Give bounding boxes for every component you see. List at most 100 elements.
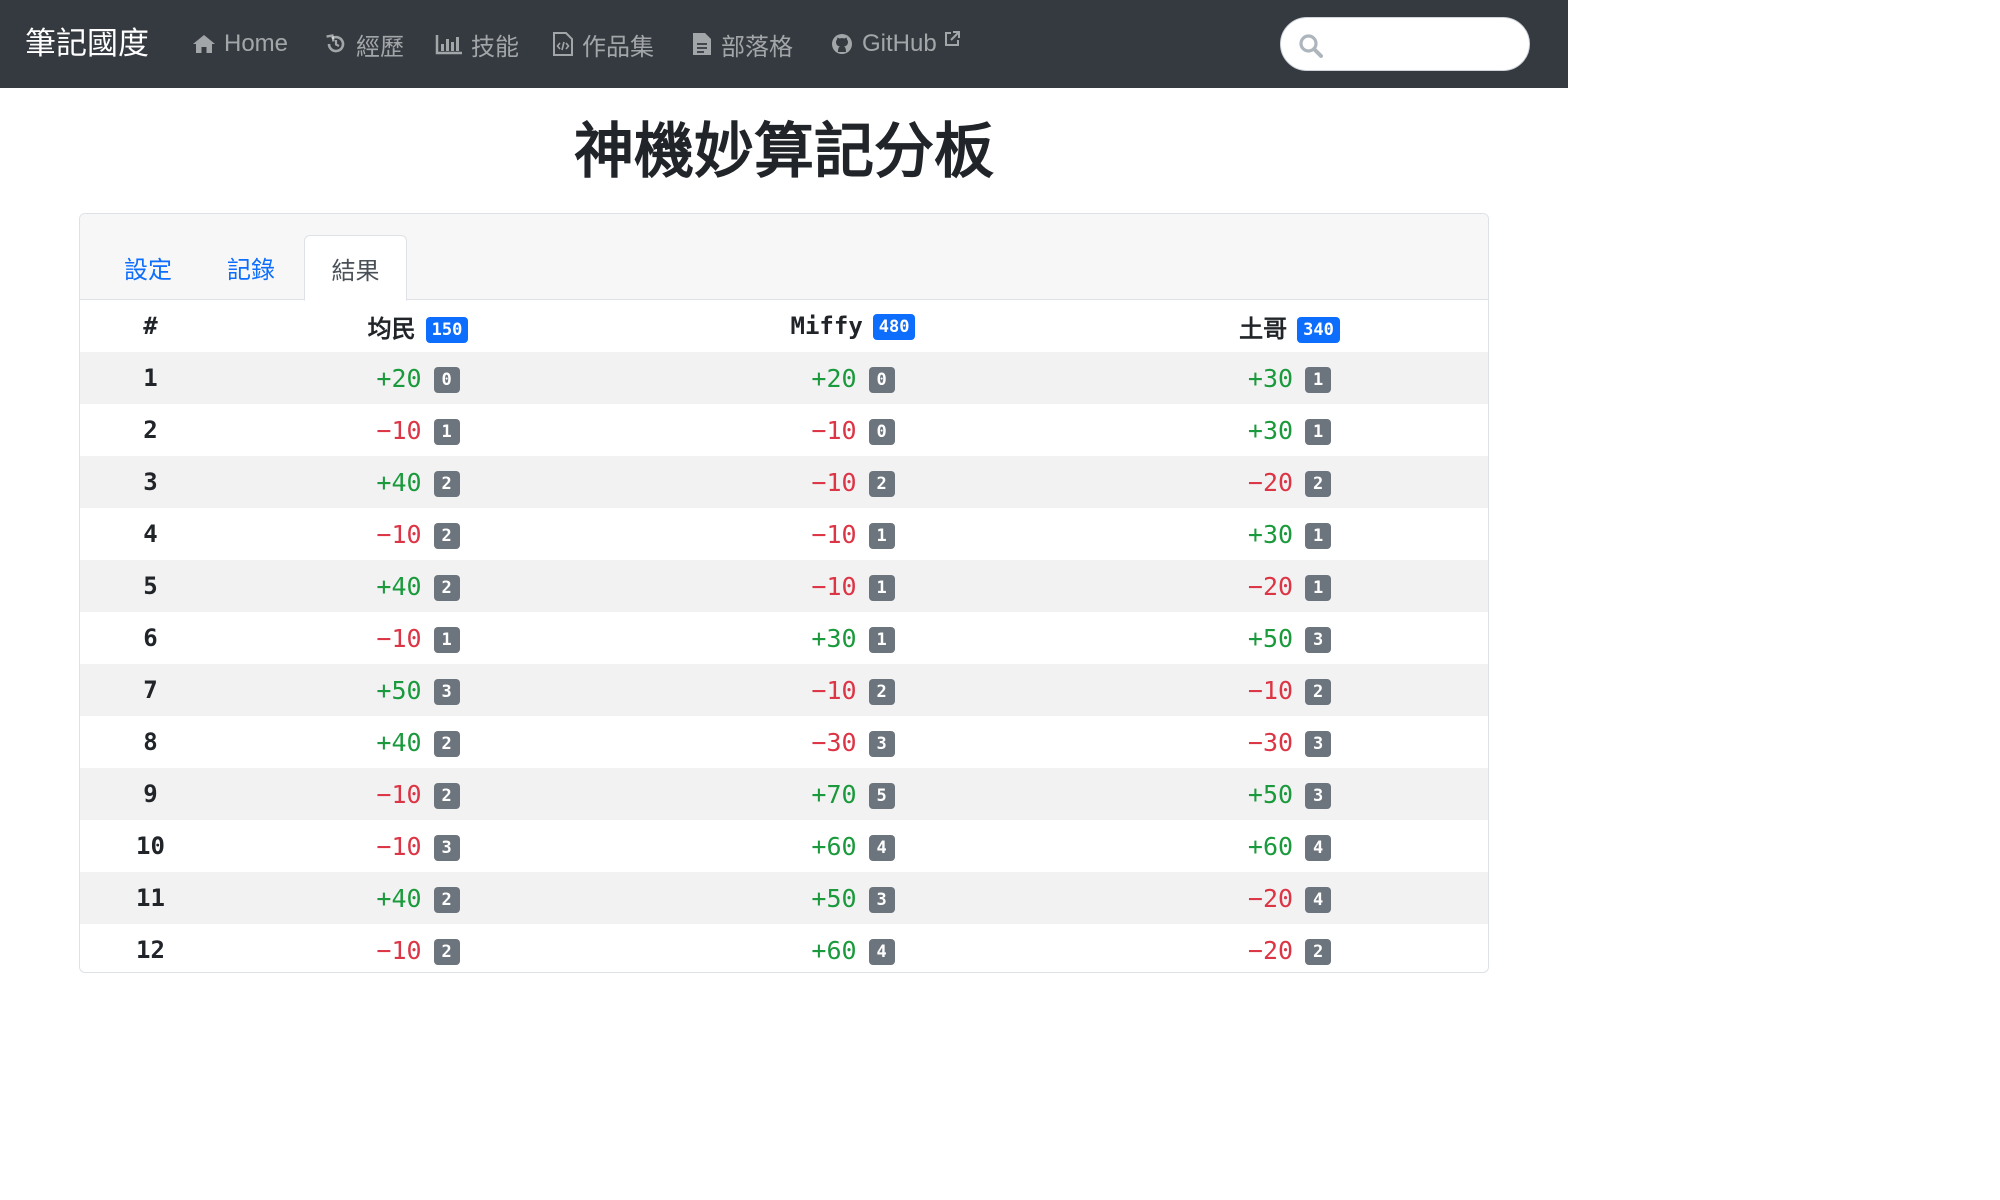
count-badge: 2: [1305, 938, 1332, 965]
round-score: +50: [376, 675, 422, 705]
count-badge: 2: [868, 470, 895, 497]
score-cell: +70 5: [615, 768, 1091, 820]
round-score: −20: [1247, 467, 1294, 497]
round-score: −10: [1247, 675, 1294, 705]
table-body: 1 +20 0 +20 0 +30 1 2 −10 1 −10 0 +30 1 3 +40 2 −10 2 −20 2 4…: [80, 352, 1488, 972]
round-number: 9: [143, 780, 158, 808]
score-cell: +20 0: [221, 352, 615, 404]
score-cell: −10 1: [615, 508, 1091, 560]
player-header: 均民 150: [221, 300, 615, 352]
nav-item-label: 部落格: [721, 33, 793, 61]
tab-settings[interactable]: 設定: [100, 235, 196, 300]
round-number: 2: [143, 416, 158, 444]
round-score: +50: [811, 883, 857, 913]
table-row: 9 −10 2 +70 5 +50 3: [80, 768, 1488, 820]
external-link-icon: [943, 30, 961, 48]
score-cell: −10 1: [221, 404, 615, 456]
player-name: 土哥: [1239, 314, 1288, 343]
count-badge: 0: [433, 366, 460, 393]
score-cell: −10 2: [221, 768, 615, 820]
player-header: Miffy 480: [615, 300, 1091, 352]
table-row: 10 −10 3 +60 4 +60 4: [80, 820, 1488, 872]
round-score: +70: [811, 779, 857, 809]
round-score: −30: [811, 727, 857, 757]
round-number: 4: [143, 520, 158, 548]
round-score: +30: [1247, 415, 1294, 445]
nav-item-portfolio[interactable]: 作品集: [552, 26, 654, 62]
brand-logo[interactable]: 筆記國度: [25, 22, 149, 66]
table-row: 5 +40 2 −10 1 −20 1: [80, 560, 1488, 612]
nav-item-github[interactable]: GitHub: [830, 26, 961, 62]
score-cell: +60 4: [1091, 820, 1488, 872]
round-score: −20: [1247, 571, 1294, 601]
index-header: #: [143, 312, 158, 340]
count-badge: 2: [868, 678, 895, 705]
nav-item-label: GitHub: [862, 30, 937, 57]
count-badge: 2: [433, 938, 460, 965]
round-score: +30: [1247, 363, 1294, 393]
score-cell: −10 1: [221, 612, 615, 664]
nav-item-skills[interactable]: 技能: [435, 26, 519, 62]
count-badge: 4: [868, 938, 895, 965]
nav-item-blog[interactable]: 部落格: [691, 26, 793, 62]
count-badge: 2: [433, 470, 460, 497]
player-name: Miffy: [790, 312, 863, 340]
score-cell: +50 3: [1091, 768, 1488, 820]
score-cell: −10 2: [615, 456, 1091, 508]
tab-results[interactable]: 結果: [304, 235, 407, 301]
count-badge: 2: [1305, 678, 1332, 705]
round-score: +30: [811, 623, 857, 653]
round-score: +50: [1247, 779, 1294, 809]
round-score: +40: [376, 727, 422, 757]
search-input[interactable]: [1335, 28, 1519, 62]
score-cell: −30 3: [1091, 716, 1488, 768]
table-row: 7 +50 3 −10 2 −10 2: [80, 664, 1488, 716]
count-badge: 3: [1305, 782, 1332, 809]
count-badge: 1: [1305, 418, 1332, 445]
score-cell: −30 3: [615, 716, 1091, 768]
table-row: 1 +20 0 +20 0 +30 1: [80, 352, 1488, 404]
round-score: −10: [376, 519, 422, 549]
count-badge: 1: [433, 626, 460, 653]
count-badge: 0: [868, 366, 895, 393]
search-box[interactable]: [1280, 17, 1530, 71]
count-badge: 1: [1305, 574, 1332, 601]
round-score: +40: [376, 883, 422, 913]
count-badge: 1: [868, 626, 895, 653]
round-score: −10: [811, 467, 857, 497]
document-icon: [691, 31, 713, 57]
tab-records[interactable]: 記錄: [203, 235, 299, 300]
count-badge: 2: [1305, 470, 1332, 497]
round-score: +20: [376, 363, 422, 393]
nav-item-label: 經歷: [356, 33, 404, 61]
round-score: −10: [376, 623, 422, 653]
tab-bar: 設定 記錄 結果: [80, 214, 1488, 301]
page-title: 神機妙算記分板: [574, 117, 994, 187]
round-score: +50: [1247, 623, 1294, 653]
nav-item-home[interactable]: Home: [192, 26, 288, 62]
score-cell: +40 2: [221, 716, 615, 768]
round-score: −20: [1247, 935, 1294, 965]
nav-item-history[interactable]: 經歷: [324, 26, 404, 62]
round-score: −10: [811, 519, 857, 549]
count-badge: 2: [433, 522, 460, 549]
nav-item-label: 作品集: [582, 33, 654, 61]
score-cell: −20 2: [1091, 456, 1488, 508]
code-file-icon: [552, 31, 574, 57]
round-score: +30: [1247, 519, 1294, 549]
score-cell: +40 2: [221, 456, 615, 508]
score-cell: −20 2: [1091, 924, 1488, 972]
round-score: −10: [811, 571, 857, 601]
round-score: −10: [376, 779, 422, 809]
score-cell: +50 3: [615, 872, 1091, 924]
round-number: 3: [143, 468, 158, 496]
score-cell: +40 2: [221, 872, 615, 924]
round-number: 5: [143, 572, 158, 600]
score-cell: −10 2: [221, 924, 615, 972]
scoreboard-card: 設定 記錄 結果 # 均民 150 Miffy 480 土哥 340 1 +20 0 +20…: [79, 213, 1489, 973]
nav-item-label: Home: [224, 30, 289, 57]
score-cell: −20 4: [1091, 872, 1488, 924]
score-cell: +30 1: [615, 612, 1091, 664]
count-badge: 1: [868, 522, 895, 549]
round-score: +40: [376, 467, 422, 497]
